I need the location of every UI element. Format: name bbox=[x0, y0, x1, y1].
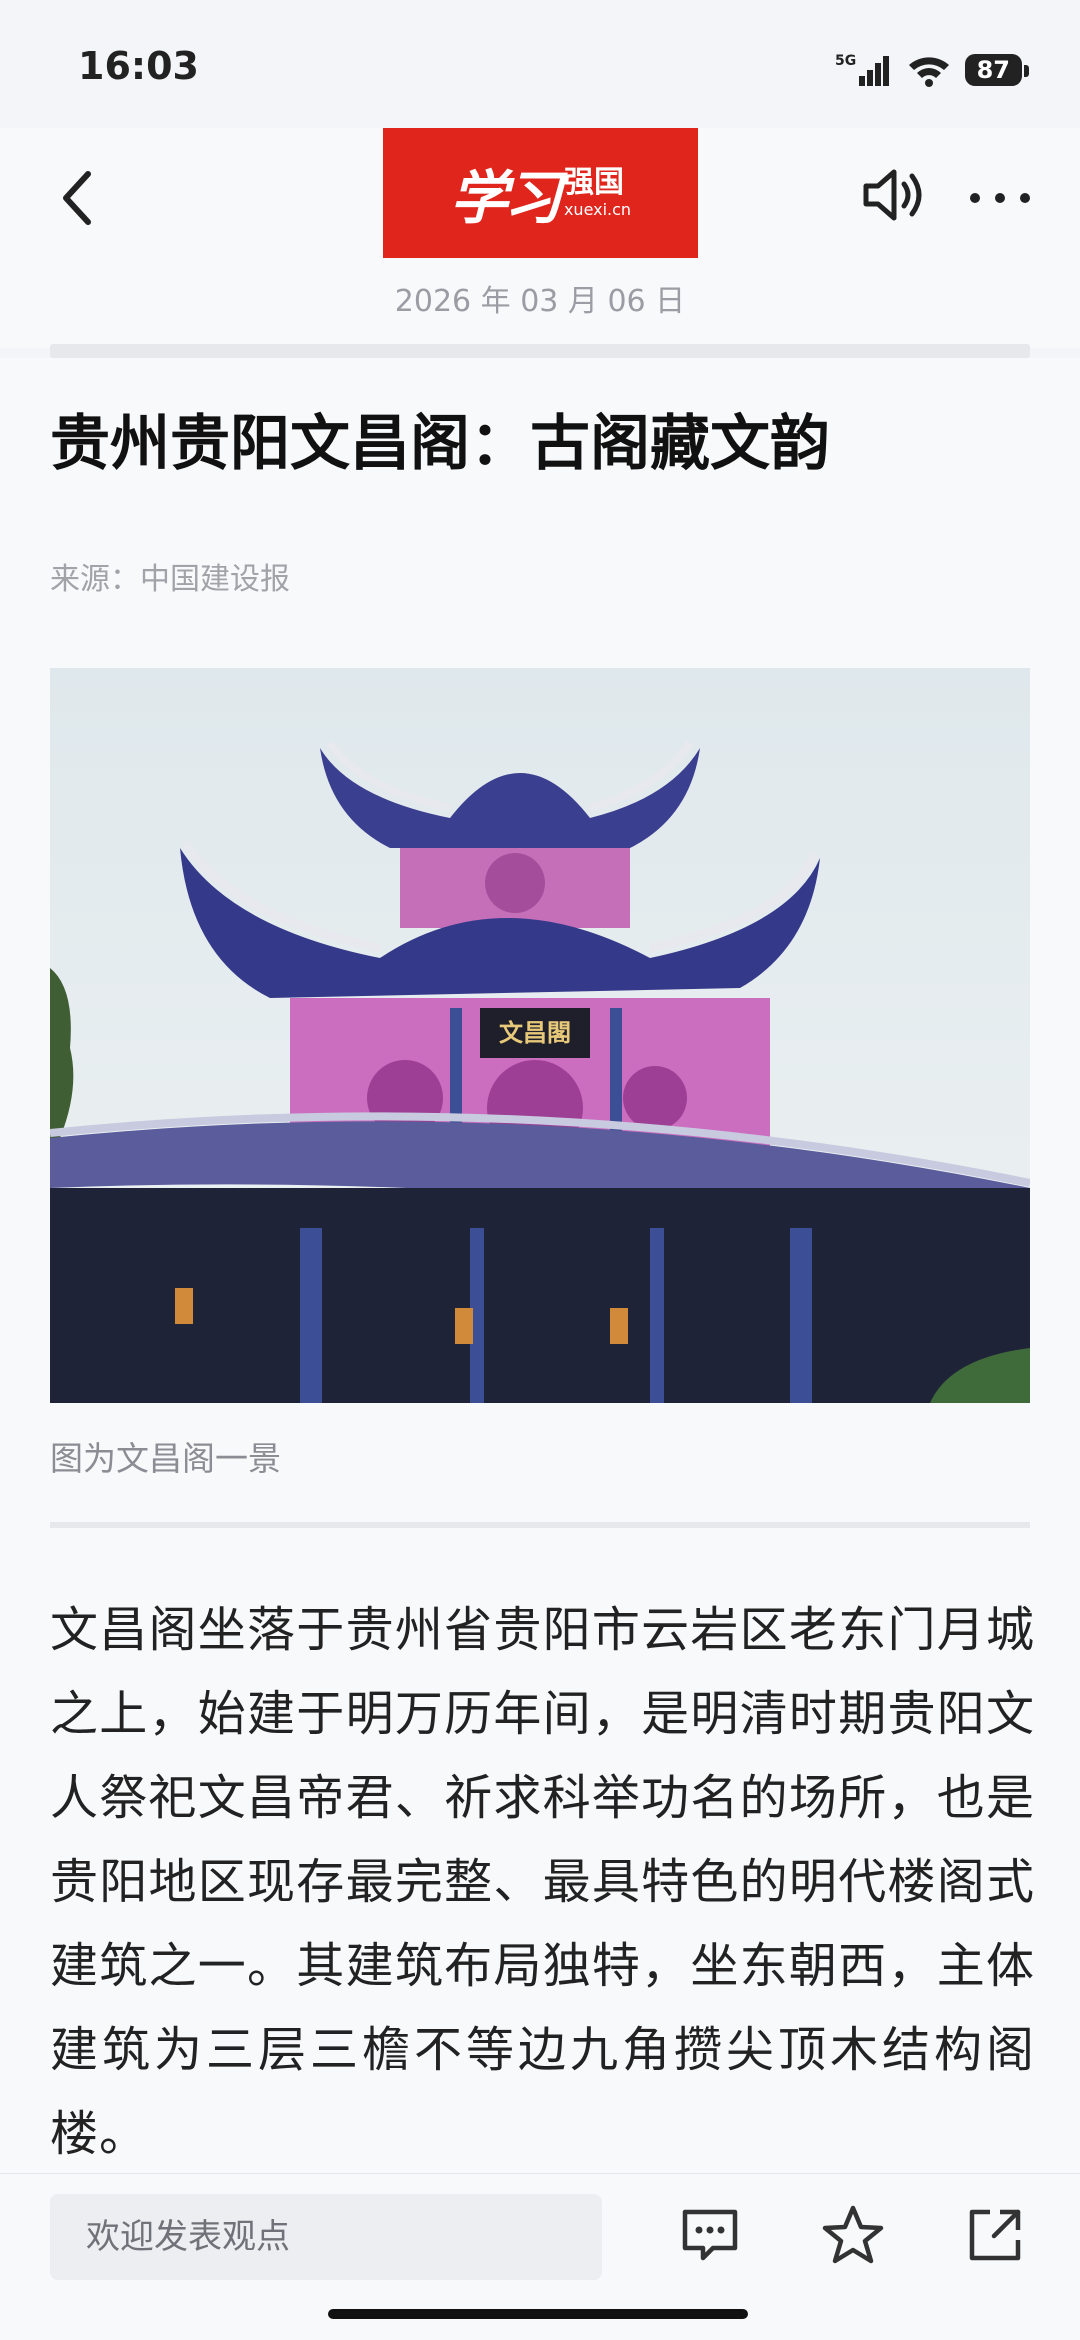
article-photo[interactable]: 文昌閣 bbox=[50, 668, 1030, 1403]
cellular-signal-icon: 5G bbox=[835, 53, 889, 86]
photo-caption: 图为文昌阁一景 bbox=[50, 1439, 281, 1478]
more-dots-icon bbox=[970, 193, 980, 203]
comments-button[interactable] bbox=[675, 2200, 745, 2270]
status-bar: 16:03 5G 87 bbox=[0, 0, 1080, 128]
home-indicator[interactable] bbox=[328, 2309, 748, 2319]
header-divider bbox=[50, 344, 1030, 358]
plaque-text: 文昌閣 bbox=[499, 1018, 571, 1047]
comment-input[interactable] bbox=[50, 2194, 602, 2280]
publish-date: 2026 年 03 月 06 日 bbox=[394, 284, 686, 319]
logo-brush-text: 学习 bbox=[449, 164, 562, 232]
logo-name: 强国 bbox=[563, 165, 624, 200]
status-time: 16:03 bbox=[78, 44, 199, 88]
network-type: 5G bbox=[835, 53, 856, 69]
pavilion-photo: 文昌閣 bbox=[50, 668, 1030, 1403]
wifi-icon bbox=[908, 57, 949, 87]
more-options-button[interactable] bbox=[970, 178, 1030, 218]
caption-divider bbox=[50, 1522, 1030, 1528]
read-aloud-button[interactable] bbox=[858, 160, 928, 230]
favorite-button[interactable] bbox=[818, 2200, 888, 2270]
article-header: 学习 强国 xuexi.cn 2026 年 03 月 06 日 bbox=[0, 128, 1080, 348]
article-content: 贵州贵阳文昌阁：古阁藏文韵 来源：中国建设报 文昌閣 图为文昌阁一景 文昌阁坐落… bbox=[0, 358, 1080, 2173]
back-button[interactable] bbox=[48, 158, 108, 238]
star-icon bbox=[822, 2205, 884, 2264]
battery-indicator: 87 bbox=[964, 54, 1030, 86]
comment-icon bbox=[682, 2209, 738, 2261]
logo-url: xuexi.cn bbox=[563, 200, 632, 219]
xuexi-logo: 学习 强国 xuexi.cn bbox=[383, 128, 698, 258]
speaker-icon bbox=[863, 169, 922, 221]
article-source: 来源：中国建设报 bbox=[50, 562, 290, 597]
chevron-left-icon bbox=[63, 171, 91, 225]
status-icons: 5G 87 bbox=[835, 50, 1030, 90]
share-icon bbox=[969, 2209, 1021, 2261]
article-title: 贵州贵阳文昌阁：古阁藏文韵 bbox=[50, 409, 830, 479]
share-button[interactable] bbox=[960, 2200, 1030, 2270]
article-body: 文昌阁坐落于贵州省贵阳市云岩区老东门月城之上，始建于明万历年间，是明清时期贵阳文… bbox=[50, 1602, 1035, 2162]
